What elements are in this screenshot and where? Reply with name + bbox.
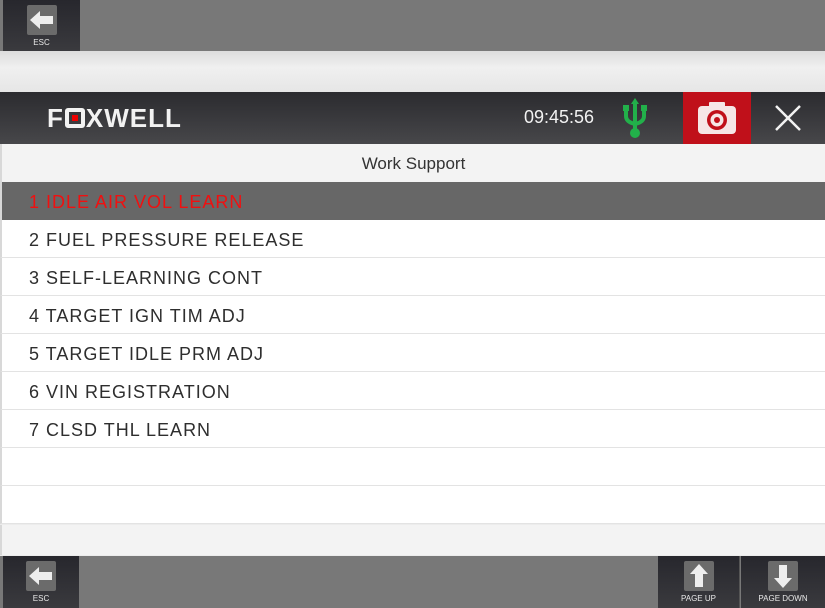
logo-text-end: XWELL: [85, 102, 182, 133]
usb-icon: [620, 96, 650, 140]
page-title: Work Support: [0, 144, 825, 182]
screenshot-button[interactable]: [683, 92, 751, 144]
back-arrow-icon: [26, 5, 57, 35]
bottom-esc-button[interactable]: ESC: [3, 556, 79, 608]
logo-text-start: F: [47, 102, 64, 133]
empty-row: [0, 486, 825, 524]
menu-item[interactable]: 2 FUEL PRESSURE RELEASE: [0, 220, 825, 258]
work-support-menu: 1 IDLE AIR VOL LEARN 2 FUEL PRESSURE REL…: [0, 182, 825, 524]
page-down-label: PAGE DOWN: [758, 594, 808, 603]
arrow-up-icon: [683, 561, 714, 591]
menu-item[interactable]: 5 TARGET IDLE PRM ADJ: [0, 334, 825, 372]
menu-item[interactable]: 6 VIN REGISTRATION: [0, 372, 825, 410]
esc-label: ESC: [33, 38, 50, 47]
menu-item[interactable]: 7 CLSD THL LEARN: [0, 410, 825, 448]
logo-o-mark: [64, 108, 85, 128]
menu-item[interactable]: 1 IDLE AIR VOL LEARN: [0, 182, 825, 220]
arrow-down-icon: [768, 561, 798, 591]
camera-icon: [698, 102, 736, 134]
menu-item[interactable]: 3 SELF-LEARNING CONT: [0, 258, 825, 296]
list-footer: [0, 525, 825, 555]
page-down-button[interactable]: PAGE DOWN: [741, 556, 825, 608]
divider-gap: [0, 51, 825, 92]
top-toolbar: [0, 0, 825, 51]
page-up-button[interactable]: PAGE UP: [658, 556, 740, 608]
empty-row: [0, 448, 825, 486]
back-arrow-icon: [26, 561, 56, 591]
esc-label: ESC: [32, 594, 50, 603]
close-button[interactable]: [751, 92, 825, 144]
clock: 09:45:56: [524, 107, 595, 127]
foxwell-logo: F XWELL: [47, 102, 182, 133]
page-up-label: PAGE UP: [681, 594, 716, 603]
menu-item[interactable]: 4 TARGET IGN TIM ADJ: [0, 296, 825, 334]
close-icon: [775, 105, 801, 131]
top-esc-button[interactable]: ESC: [3, 0, 80, 51]
